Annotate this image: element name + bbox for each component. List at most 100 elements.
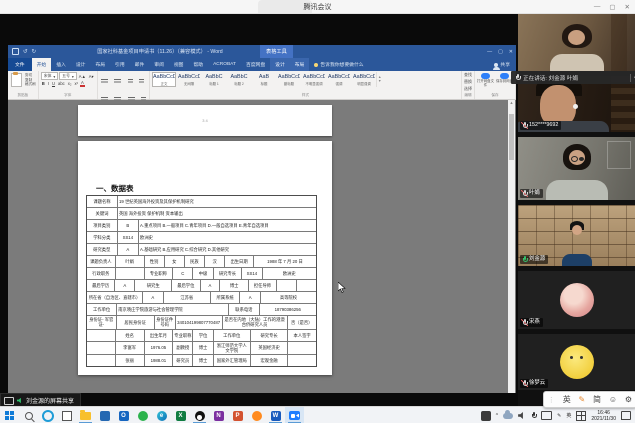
style-item-标题[interactable]: AaB标题 bbox=[252, 72, 276, 87]
handwriting-icon[interactable]: ✎ bbox=[579, 395, 586, 404]
cortana-button[interactable] bbox=[38, 407, 57, 423]
paste-button[interactable] bbox=[11, 73, 22, 87]
font-size-select[interactable]: 五号▾ bbox=[59, 72, 77, 80]
video-tile-6[interactable]: 徐梦云 bbox=[518, 334, 635, 390]
italic-button[interactable]: I bbox=[47, 80, 50, 87]
style-item-标题 2[interactable]: AaBbC标题 2 bbox=[227, 72, 251, 87]
format-painter-button[interactable]: 格式刷 bbox=[25, 82, 36, 87]
word-icon[interactable]: W bbox=[266, 407, 285, 423]
meeting-app-icon[interactable] bbox=[285, 407, 304, 423]
minimize-button[interactable]: — bbox=[594, 3, 601, 10]
onenote-icon[interactable]: N bbox=[209, 407, 228, 423]
tab-布局[interactable]: 布局 bbox=[290, 58, 310, 71]
indent-icon[interactable] bbox=[128, 79, 133, 84]
qq-icon[interactable] bbox=[190, 407, 209, 423]
display-tray-icon[interactable] bbox=[541, 411, 552, 420]
style-item-明显强调[interactable]: AaBbCcD明显强调 bbox=[352, 72, 376, 87]
tab-设计[interactable]: 设计 bbox=[71, 58, 91, 71]
word-close-button[interactable]: ✕ bbox=[509, 49, 513, 55]
hidden-icons-chevron[interactable]: ^ bbox=[496, 413, 498, 419]
replace-button[interactable]: 替换 bbox=[464, 79, 472, 85]
word-scrollbar[interactable]: ▲ bbox=[508, 100, 515, 393]
maximize-button[interactable]: ▢ bbox=[609, 3, 615, 11]
share-button[interactable]: 共享 bbox=[488, 58, 516, 71]
app-icon-orange[interactable] bbox=[247, 407, 266, 423]
pen-tray-icon[interactable]: ✎ bbox=[557, 413, 561, 419]
font-color-button[interactable]: A bbox=[80, 80, 85, 87]
tab-视图[interactable]: 视图 bbox=[169, 58, 189, 71]
task-view-button[interactable] bbox=[57, 407, 76, 423]
start-button[interactable] bbox=[0, 407, 19, 423]
tab-布局[interactable]: 布局 bbox=[90, 58, 110, 71]
style-item-无间隔[interactable]: AaBbCcD无间隔 bbox=[177, 72, 201, 87]
video-tile-2[interactable]: 152****9692 bbox=[518, 76, 635, 132]
bullets-icon[interactable] bbox=[101, 79, 108, 84]
tab-插入[interactable]: 插入 bbox=[51, 58, 71, 71]
netdisk-open-button[interactable]: 打开网盘文件 bbox=[477, 72, 494, 88]
document-page[interactable]: 一、数据表 课题名称19 世纪英国海外投资及其保护机制研究关键词英国 海外投资 … bbox=[78, 141, 332, 375]
tab-引用[interactable]: 引用 bbox=[110, 58, 130, 71]
close-button[interactable]: ✕ bbox=[625, 3, 630, 11]
style-item-不明显强调[interactable]: AaBbCcD不明显强调 bbox=[302, 72, 326, 87]
ime-toolbar[interactable]: ⋮ 英 ✎ 简 ☺ ⚙ bbox=[543, 391, 635, 408]
tab-百度网盘[interactable]: 百度网盘 bbox=[241, 58, 270, 71]
edge-icon[interactable]: e bbox=[152, 407, 171, 423]
scroll-up-arrow[interactable]: ▲ bbox=[508, 100, 515, 106]
ime-tray-badge[interactable] bbox=[481, 411, 491, 421]
scrollbar-thumb[interactable] bbox=[509, 114, 514, 160]
styles-scroll-down-icon[interactable]: ▼ bbox=[378, 79, 381, 83]
select-button[interactable]: 选择 bbox=[464, 86, 472, 92]
style-item-强调[interactable]: AaBbCcD强调 bbox=[327, 72, 351, 87]
style-item-标题 1[interactable]: AaBbC标题 1 bbox=[202, 72, 226, 87]
volume-icon[interactable] bbox=[518, 412, 526, 419]
taskbar-clock[interactable]: 16:46 2021/11/30 bbox=[591, 410, 616, 422]
video-tile-3[interactable]: 叶娟 bbox=[518, 137, 635, 200]
action-center-icon[interactable] bbox=[621, 411, 631, 420]
outlook-icon[interactable]: O bbox=[114, 407, 133, 423]
grow-font-button[interactable]: A▲ bbox=[78, 73, 87, 80]
search-button[interactable] bbox=[19, 407, 38, 423]
underline-button[interactable]: U bbox=[51, 80, 56, 87]
video-tile-1[interactable] bbox=[518, 13, 635, 71]
emoji-icon[interactable]: ☺ bbox=[609, 395, 617, 404]
tab-开始[interactable]: 开始 bbox=[32, 58, 52, 71]
styles-scroll[interactable]: ▲ ▼ bbox=[376, 72, 382, 87]
numbering-icon[interactable] bbox=[114, 79, 121, 84]
cloud-tray-icon[interactable] bbox=[503, 413, 513, 419]
word-minimize-button[interactable]: — bbox=[487, 49, 492, 55]
excel-icon[interactable]: X bbox=[171, 407, 190, 423]
tab-帮助[interactable]: 帮助 bbox=[188, 58, 208, 71]
video-tile-4[interactable]: 刘金源 bbox=[518, 205, 635, 266]
document-area[interactable]: 3 4 一、数据表 课题名称19 世纪英国海外投资及其保护机制研究关键词英国 海… bbox=[8, 100, 516, 393]
ime-grip[interactable]: ⋮ bbox=[548, 396, 555, 404]
tell-me-box[interactable]: 告诉我你想要做什么 bbox=[309, 58, 368, 71]
app-icon-blue[interactable] bbox=[95, 407, 114, 423]
style-item-副标题[interactable]: AaBbCcD副标题 bbox=[277, 72, 301, 87]
save-icon[interactable] bbox=[12, 48, 19, 55]
ime-settings-icon[interactable]: ⚙ bbox=[625, 395, 632, 404]
ime-simplified-toggle[interactable]: 简 bbox=[593, 394, 601, 405]
tab-设计[interactable]: 设计 bbox=[270, 58, 290, 71]
ime-lang-toggle[interactable]: 英 bbox=[563, 394, 571, 405]
undo-icon[interactable]: ↺ bbox=[23, 49, 28, 55]
subscript-button[interactable]: x₂ bbox=[67, 80, 73, 87]
font-name-select[interactable]: 宋体▾ bbox=[41, 72, 59, 80]
tab-邮件[interactable]: 邮件 bbox=[130, 58, 150, 71]
tab-文件[interactable]: 文件 bbox=[8, 58, 32, 71]
tab-ACROBAT[interactable]: ACROBAT bbox=[208, 58, 241, 71]
superscript-button[interactable]: x² bbox=[74, 80, 80, 87]
ime-mode-icon[interactable] bbox=[576, 411, 586, 421]
ime-language-indicator[interactable]: 英 bbox=[566, 412, 571, 419]
outdent-icon[interactable] bbox=[139, 79, 144, 84]
app-icon-green[interactable] bbox=[133, 407, 152, 423]
powerpoint-icon[interactable]: P bbox=[228, 407, 247, 423]
word-maximize-button[interactable]: ▢ bbox=[498, 49, 503, 55]
tab-审阅[interactable]: 审阅 bbox=[149, 58, 169, 71]
video-tile-5[interactable]: 宋燕 bbox=[518, 271, 635, 329]
microphone-tray-icon[interactable] bbox=[531, 412, 536, 420]
shrink-font-button[interactable]: A▾ bbox=[88, 73, 95, 80]
style-item-正文[interactable]: AaBbCcD正文 bbox=[152, 72, 176, 87]
file-explorer-icon[interactable] bbox=[76, 407, 95, 423]
find-button[interactable]: 查找 bbox=[464, 72, 472, 78]
bold-button[interactable]: B bbox=[41, 80, 46, 87]
